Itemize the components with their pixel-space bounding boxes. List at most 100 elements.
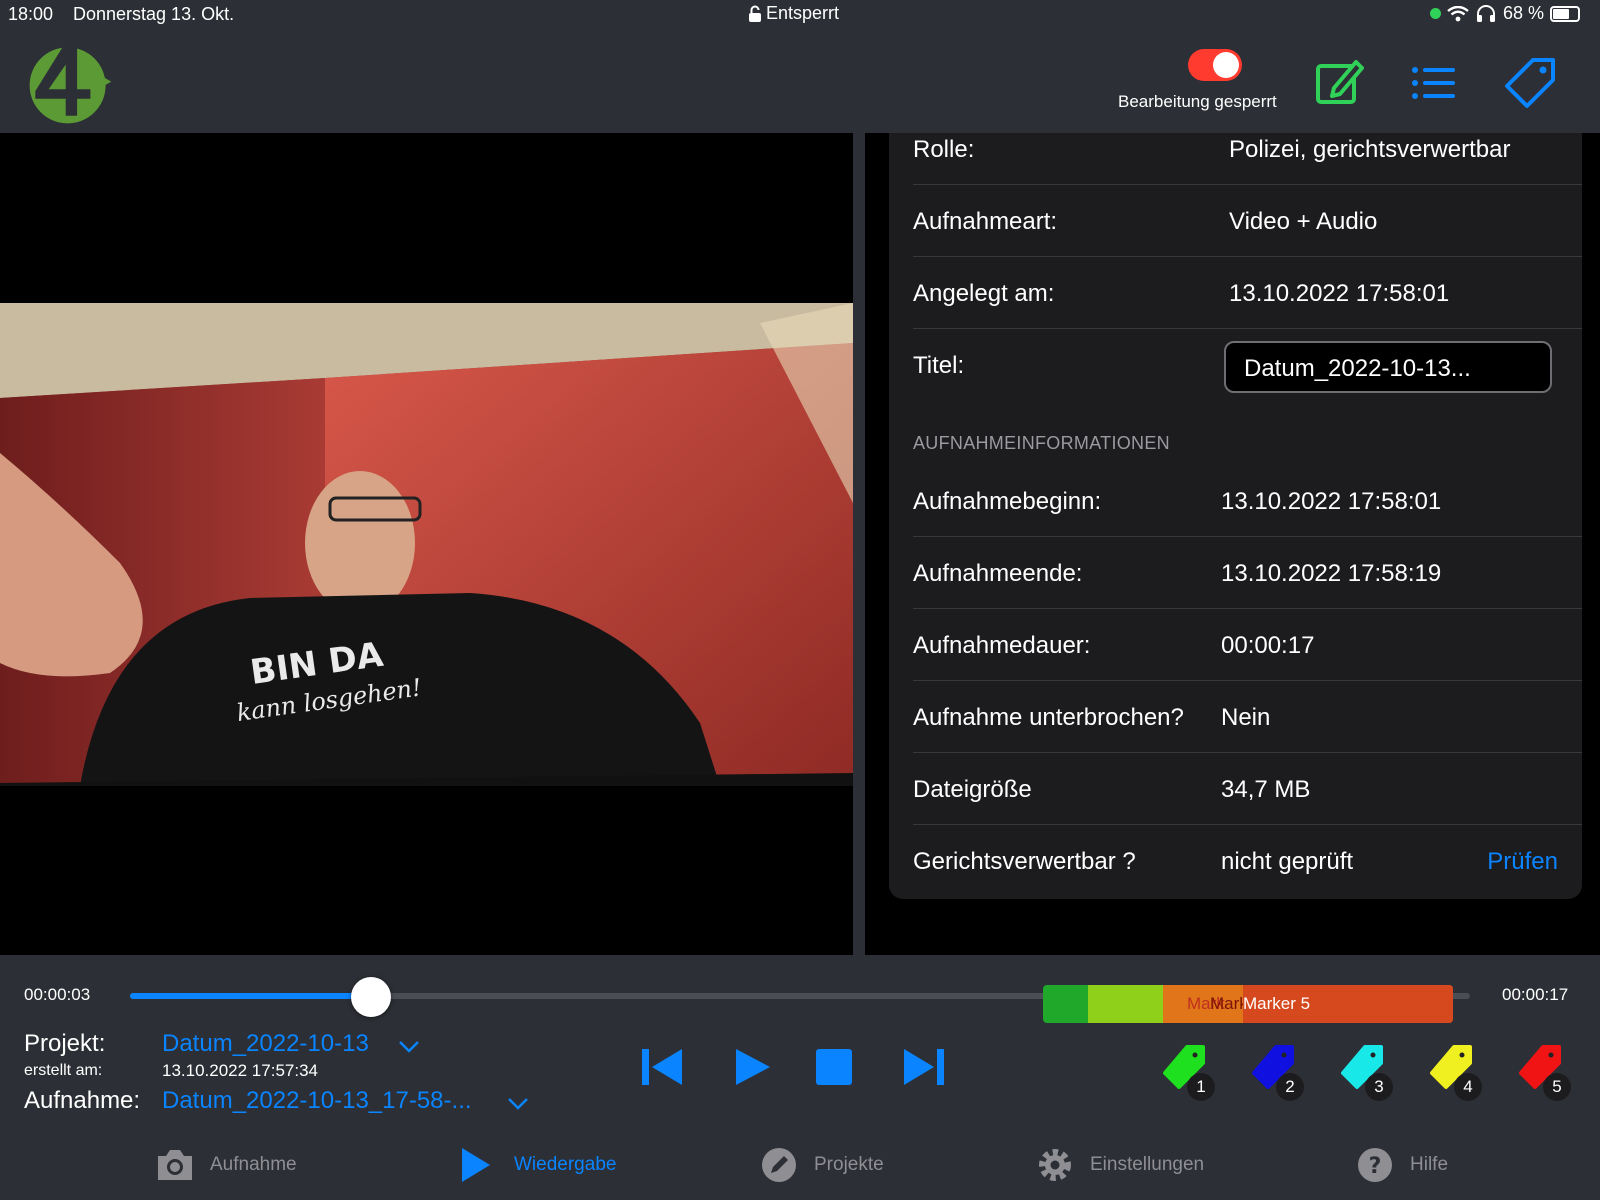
marker-label: Marker 5 [1243, 994, 1311, 1013]
status-bar: 18:00 Donnerstag 13. Okt. Entsperrt 68 % [0, 0, 1600, 30]
video-frame: BIN DA kann losgehen! [0, 303, 853, 786]
info-label: Aufnahmeende: [913, 560, 1083, 587]
detail-row: Aufnahmeart: Video + Audio [913, 185, 1582, 257]
tab-bar: Aufnahme Wiedergabe Projekte Einstellung… [0, 1145, 1600, 1200]
tab-einstellungen[interactable]: Einstellungen [1034, 1145, 1204, 1185]
tab-label: Aufnahme [210, 1154, 297, 1175]
marker-tag-4[interactable]: 4 [1424, 1043, 1484, 1103]
recording-card: Rolle: Polizei, gerichtsverwertbar Aufna… [889, 133, 1582, 515]
chevron-down-icon[interactable] [398, 1040, 420, 1054]
title-label: Titel: [913, 352, 965, 379]
status-right: 68 % [1429, 3, 1580, 24]
info-label: Aufnahmebeginn: [913, 488, 1102, 515]
chevron-down-icon[interactable] [507, 1097, 529, 1111]
tab-label: Einstellungen [1090, 1154, 1205, 1175]
info-value: Nein [1221, 704, 1271, 731]
info-value: 00:00:17 [1221, 632, 1315, 659]
edit-lock-label: Bearbeitung gesperrt [1118, 92, 1277, 111]
created-label: erstellt am: [24, 1062, 103, 1079]
tag-number: 2 [1276, 1073, 1304, 1101]
skip-back-icon[interactable] [638, 1043, 686, 1091]
info-row: Aufnahmeende: 13.10.2022 17:58:19 [913, 537, 1582, 609]
app-root: 18:00 Donnerstag 13. Okt. Entsperrt 68 % [0, 0, 1600, 1200]
created-value: 13.10.2022 17:57:34 [162, 1061, 318, 1080]
detail-label: Angelegt am: [913, 280, 1055, 307]
info-label: Aufnahmedauer: [913, 632, 1091, 659]
play-icon [462, 1148, 490, 1182]
info-value: 13.10.2022 17:58:01 [1221, 488, 1442, 515]
tag-number: 5 [1543, 1073, 1571, 1101]
detail-row: Rolle: Polizei, gerichtsverwertbar [913, 133, 1582, 185]
wifi-icon [1447, 5, 1469, 21]
timeline-thumb[interactable] [351, 977, 391, 1017]
marker-strip[interactable]: Mark Mark Marker 5 [1043, 985, 1453, 1023]
info-value: nicht geprüft [1221, 848, 1354, 875]
tag-number: 3 [1365, 1073, 1393, 1101]
info-value: 13.10.2022 17:58:19 [1221, 560, 1442, 587]
tab-wiedergabe[interactable]: Wiedergabe [458, 1145, 616, 1185]
title-field[interactable]: Datum_2022-10-13... [1224, 341, 1552, 393]
marker-tag-1[interactable]: 1 [1157, 1043, 1217, 1103]
info-row: Aufnahme unterbrochen? Nein [913, 681, 1582, 753]
headphones-icon [1476, 4, 1495, 22]
project-label: Projekt: [24, 1030, 106, 1057]
detail-label: Aufnahmeart: [913, 208, 1058, 235]
edit-icon[interactable] [1312, 56, 1366, 110]
tab-hilfe[interactable]: ? Hilfe [1354, 1145, 1448, 1185]
recording-details: Rolle: Polizei, gerichtsverwertbar Aufna… [865, 133, 1600, 955]
battery-percent: 68 % [1502, 3, 1544, 23]
info-value: 34,7 MB [1221, 776, 1311, 803]
tab-projekte[interactable]: Projekte [758, 1145, 884, 1185]
info-row: Aufnahmebeginn: 13.10.2022 17:58:01 [913, 465, 1582, 537]
info-label: Dateigröße [913, 776, 1032, 803]
detail-value: 13.10.2022 17:58:01 [1229, 280, 1450, 307]
skip-forward-icon[interactable] [900, 1043, 948, 1091]
verify-button[interactable]: Prüfen [1487, 848, 1558, 876]
edit-lock-toggle[interactable] [1188, 49, 1242, 81]
app-header: Bearbeitung gesperrt [0, 30, 1600, 133]
tab-aufnahme[interactable]: Aufnahme [154, 1145, 297, 1185]
info-label: Aufnahme unterbrochen? [913, 704, 1184, 731]
marker-tag-5[interactable]: 5 [1513, 1043, 1573, 1103]
svg-text:?: ? [1369, 1154, 1382, 1179]
toggle-knob [1213, 52, 1239, 78]
marker-tag-3[interactable]: 3 [1335, 1043, 1395, 1103]
tab-label: Projekte [814, 1154, 884, 1175]
app-logo [29, 43, 112, 124]
recording-info-card: Aufnahmebeginn: 13.10.2022 17:58:01 Aufn… [889, 465, 1582, 899]
tag-icon[interactable] [1503, 56, 1557, 110]
timeline-progress [130, 993, 371, 999]
status-time: 18:00 [8, 4, 54, 24]
pencil-icon [762, 1148, 796, 1182]
question-icon: ? [1358, 1148, 1392, 1182]
total-time: 00:00:17 [1502, 985, 1569, 1004]
gear-icon [1039, 1149, 1071, 1181]
detail-value: Video + Audio [1229, 208, 1378, 235]
tab-label: Wiedergabe [514, 1154, 617, 1175]
info-row: Gerichtsverwertbar ? nicht geprüft Prüfe… [913, 825, 1582, 897]
status-date: Donnerstag 13. Okt. [73, 4, 235, 24]
camera-indicator-icon [1429, 8, 1441, 19]
recording-label: Aufnahme: [24, 1087, 141, 1114]
marker-tag-2[interactable]: 2 [1246, 1043, 1306, 1103]
recording-select[interactable]: Datum_2022-10-13_17-58-... [162, 1087, 472, 1115]
lock-status: Entsperrt [748, 3, 839, 24]
video-player[interactable]: BIN DA kann losgehen! [0, 133, 853, 955]
stop-icon[interactable] [810, 1043, 858, 1091]
info-label: Gerichtsverwertbar ? [913, 848, 1136, 875]
list-icon[interactable] [1406, 56, 1460, 110]
tag-number: 4 [1454, 1073, 1482, 1101]
section-header: AUFNAHMEINFORMATIONEN [913, 433, 1170, 453]
battery-icon [1550, 5, 1580, 22]
camera-icon [158, 1150, 192, 1180]
info-row: Aufnahmedauer: 00:00:17 [913, 609, 1582, 681]
tab-label: Hilfe [1410, 1154, 1449, 1175]
pane-divider[interactable] [853, 133, 865, 955]
detail-row: Angelegt am: 13.10.2022 17:58:01 [913, 257, 1582, 329]
project-select[interactable]: Datum_2022-10-13 [162, 1030, 369, 1058]
title-row: Titel: Datum_2022-10-13... [913, 329, 1582, 401]
play-icon[interactable] [728, 1043, 776, 1091]
info-row: Dateigröße 34,7 MB [913, 753, 1582, 825]
tag-number: 1 [1187, 1073, 1215, 1101]
marker-segment-5[interactable]: Marker 5 [1243, 985, 1453, 1023]
